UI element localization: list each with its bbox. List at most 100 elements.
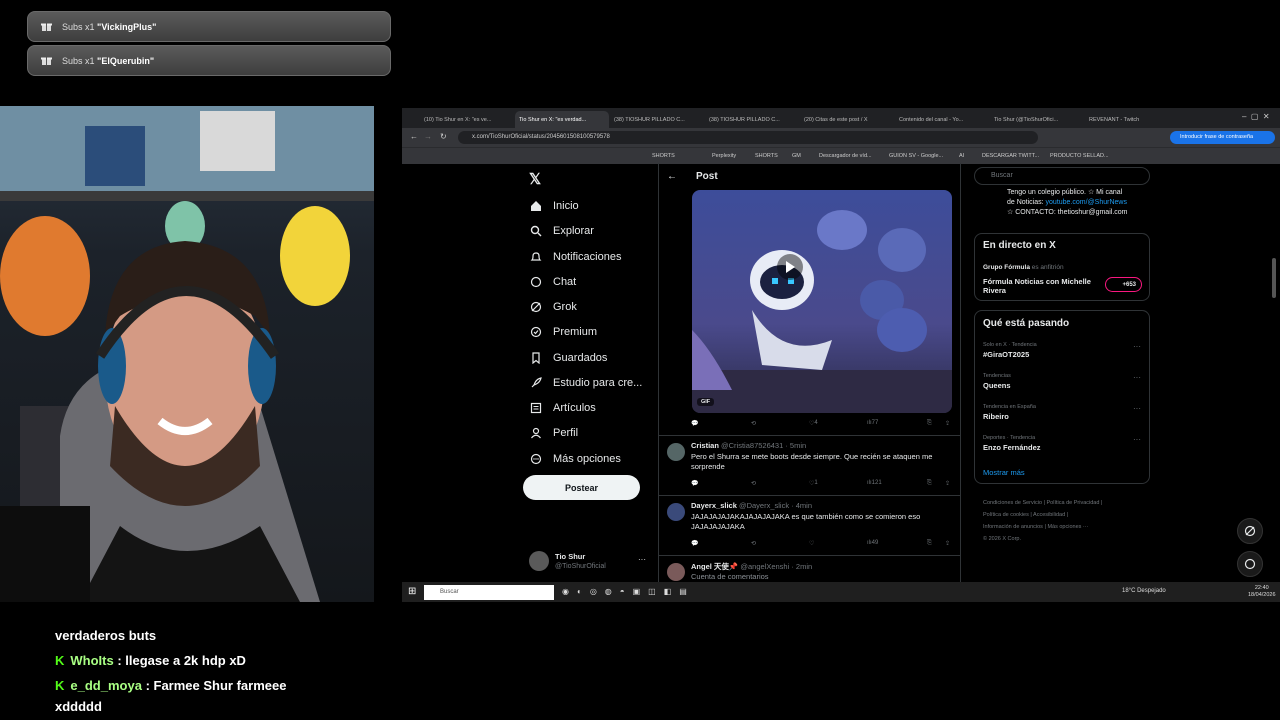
- nav-inicio[interactable]: Inicio: [529, 199, 579, 213]
- messages-fab-icon[interactable]: [1237, 551, 1263, 577]
- page-title: Post: [696, 171, 718, 182]
- bookmark[interactable]: SHORTS: [755, 153, 778, 159]
- webcam-feed: [0, 106, 374, 602]
- share-icon[interactable]: ⇪: [945, 480, 950, 487]
- nav-guardados[interactable]: Guardados: [529, 351, 607, 365]
- reply-icon[interactable]: 💬: [691, 540, 698, 547]
- bookmark-icon: [529, 351, 543, 365]
- windows-taskbar: ⊞ Buscar ◉◐◎◍◓▣◫◧▤ 18°C Despejado 22:40 1…: [402, 582, 1280, 602]
- nav-grok[interactable]: Grok: [529, 300, 577, 314]
- trend-item[interactable]: Tendencia en España Ribeiro: [983, 404, 1036, 421]
- search-input[interactable]: Buscar: [974, 167, 1150, 185]
- taskbar-search[interactable]: Buscar: [424, 585, 554, 600]
- avatar[interactable]: [667, 503, 685, 521]
- play-icon[interactable]: [777, 254, 803, 280]
- nav-perfil[interactable]: Perfil: [529, 426, 578, 440]
- nav-premium[interactable]: Premium: [529, 325, 597, 339]
- reload-icon[interactable]: ↻: [440, 132, 447, 141]
- browser-tab[interactable]: (10) Tio Shur en X: "es ve...: [420, 111, 514, 128]
- nav-chat[interactable]: Chat: [529, 275, 576, 289]
- bookmark[interactable]: Descargador de víd...: [819, 153, 872, 159]
- browser-tab-active[interactable]: Tio Shur en X: "es verdad...: [515, 111, 609, 128]
- reply-actions: 💬 ⟲ ♡ 1 ılı 121 ⎘ ⇪: [691, 480, 953, 490]
- browser-tab[interactable]: (38) TIOSHUR PILLADO C...: [705, 111, 799, 128]
- gif-media[interactable]: [692, 190, 952, 413]
- trend-item[interactable]: Tendencias Queens: [983, 373, 1011, 390]
- bookmark-icon[interactable]: ⎘: [927, 480, 932, 487]
- bookmark[interactable]: SHORTS: [652, 153, 675, 159]
- reply-icon[interactable]: 💬: [691, 480, 698, 487]
- browser-tab[interactable]: REVENANT - Twitch: [1085, 111, 1179, 128]
- reply-item[interactable]: Dayerx_slick @Dayerx_slick · 4min JAJAJA…: [659, 495, 960, 556]
- password-prompt-button[interactable]: Introducir frase de contraseña: [1170, 131, 1275, 144]
- bookmark-icon[interactable]: ⎘: [927, 420, 932, 427]
- nav-explorar[interactable]: Explorar: [529, 224, 594, 238]
- views-icon[interactable]: ılı 77: [867, 420, 878, 426]
- share-icon[interactable]: ⇪: [945, 420, 950, 427]
- x-logo-icon[interactable]: 𝕏: [529, 170, 541, 188]
- views-icon[interactable]: ılı 121: [867, 480, 882, 486]
- avatar[interactable]: [529, 551, 549, 571]
- trend-more-icon[interactable]: ···: [1133, 373, 1141, 382]
- browser-window: (10) Tio Shur en X: "es ve... Tio Shur e…: [402, 108, 1280, 602]
- browser-tab[interactable]: (38) TIOSHUR PILLADO C...: [610, 111, 704, 128]
- repost-icon[interactable]: ⟲: [751, 480, 756, 487]
- reply-icon[interactable]: 💬: [691, 420, 698, 427]
- bookmark[interactable]: DESCARGAR TWITT...: [982, 153, 1039, 159]
- scrollbar[interactable]: [1272, 258, 1276, 298]
- clock[interactable]: 22:40 18/04/2026: [1248, 585, 1276, 599]
- verified-icon: [529, 325, 543, 339]
- repost-icon[interactable]: ⟲: [751, 420, 756, 427]
- views-icon[interactable]: ılı 49: [867, 540, 878, 546]
- taskbar-apps-icon[interactable]: ◉◐◎◍◓▣◫◧▤: [562, 587, 695, 596]
- bookmark[interactable]: GM: [792, 153, 801, 159]
- reply-author[interactable]: Dayerx_slick: [691, 501, 737, 510]
- avatar[interactable]: [667, 443, 685, 461]
- sub-alert: Subs x1 "ElQuerubin": [27, 45, 391, 76]
- browser-tab[interactable]: (20) Citas de este post / X: [800, 111, 894, 128]
- reply-author[interactable]: Angel 天使📌: [691, 562, 738, 571]
- windows-start-icon[interactable]: ⊞: [408, 586, 416, 597]
- show-more-link[interactable]: Mostrar más: [983, 468, 1025, 477]
- reply-item[interactable]: Cristian @Cristia87526431 · 5min Pero el…: [659, 435, 960, 496]
- browser-tab[interactable]: Contenido del canal - Yo...: [895, 111, 989, 128]
- like-icon[interactable]: ♡ 4: [809, 420, 818, 427]
- account-more-icon[interactable]: ···: [638, 555, 646, 564]
- url-input[interactable]: x.com/TioShurOficial/status/204560150810…: [458, 131, 1038, 144]
- profile-bio: Tengo un colegio público. ☆ Mi canal de …: [1007, 189, 1128, 216]
- browser-tab[interactable]: Tio Shur (@TioShurOfici...: [990, 111, 1084, 128]
- post-button[interactable]: Postear: [523, 475, 640, 500]
- like-icon[interactable]: ♡ 1: [809, 480, 818, 487]
- trend-item[interactable]: Solo en X · Tendencia #GiraOT2025: [983, 342, 1037, 359]
- weather[interactable]: 18°C Despejado: [1122, 588, 1166, 594]
- reply-meta: @angelXenshi · 2min: [740, 562, 813, 571]
- bookmark[interactable]: Perplexity: [712, 153, 736, 159]
- grok-fab-icon[interactable]: [1237, 518, 1263, 544]
- like-icon[interactable]: ♡: [809, 540, 814, 547]
- bookmark[interactable]: AI: [959, 153, 964, 159]
- bookmark-icon[interactable]: ⎘: [927, 540, 932, 547]
- bookmark[interactable]: PRODUCTO SELLAD...: [1050, 153, 1109, 159]
- back-icon[interactable]: ←: [410, 132, 418, 141]
- back-arrow-icon[interactable]: ←: [667, 171, 677, 182]
- reply-author[interactable]: Cristian: [691, 441, 719, 450]
- nav-mas-opciones[interactable]: Más opciones: [529, 452, 621, 466]
- nav-notificaciones[interactable]: Notificaciones: [529, 250, 621, 264]
- reply-text: Cuenta de comentarios: [691, 572, 769, 581]
- live-count-badge[interactable]: +653: [1105, 277, 1142, 292]
- live-host[interactable]: Grupo Fórmula: [983, 264, 1030, 271]
- live-show[interactable]: Fórmula Noticias con Michelle Rivera: [983, 277, 1098, 295]
- trend-more-icon[interactable]: ···: [1133, 342, 1141, 351]
- bookmark[interactable]: GUION SV - Google...: [889, 153, 943, 159]
- share-icon[interactable]: ⇪: [945, 540, 950, 547]
- forward-icon[interactable]: →: [424, 132, 432, 141]
- sub-alert: Subs x1 "VickingPlus": [27, 11, 391, 42]
- trend-item[interactable]: Deportes · Tendencia Enzo Fernández: [983, 435, 1041, 452]
- trend-more-icon[interactable]: ···: [1133, 435, 1141, 444]
- window-controls[interactable]: – ▢ ✕: [1242, 112, 1270, 121]
- nav-estudio[interactable]: Estudio para cre...: [529, 376, 642, 390]
- trend-more-icon[interactable]: ···: [1133, 404, 1141, 413]
- avatar[interactable]: [667, 563, 685, 581]
- repost-icon[interactable]: ⟲: [751, 540, 756, 547]
- nav-articulos[interactable]: Artículos: [529, 401, 596, 415]
